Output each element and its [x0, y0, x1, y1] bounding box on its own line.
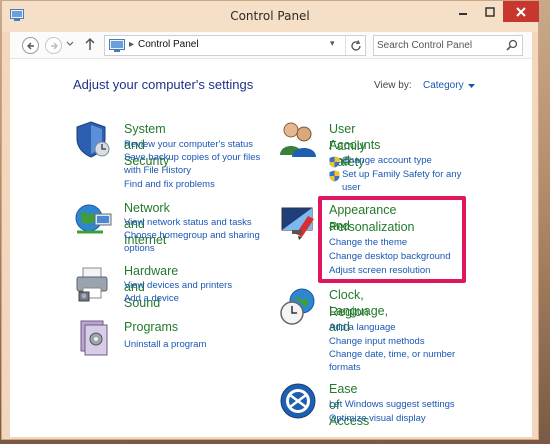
users-icon[interactable] — [278, 119, 318, 159]
maximize-button[interactable] — [476, 1, 503, 22]
optimize-visual-display-link[interactable]: Optimize visual display — [329, 412, 426, 426]
navigation-toolbar: ▸ Control Panel ▾ — [10, 32, 532, 59]
programs-icon[interactable] — [73, 317, 113, 357]
date-time-formats-link-line2[interactable]: formats — [329, 361, 361, 375]
arrow-left-icon — [26, 42, 34, 49]
content-pane: Adjust your computer's settings View by:… — [10, 59, 532, 437]
back-button[interactable] — [22, 37, 39, 54]
file-history-link-line2[interactable]: with File History — [124, 164, 191, 178]
view-by-label: View by: — [374, 80, 412, 91]
breadcrumb-control-panel[interactable]: Control Panel — [138, 39, 199, 50]
close-icon — [516, 6, 526, 17]
arrow-right-icon — [50, 42, 58, 49]
homegroup-link-line2[interactable]: options — [124, 242, 155, 256]
refresh-icon — [351, 39, 361, 51]
network-status-link[interactable]: View network status and tasks — [124, 216, 252, 230]
up-arrow-icon[interactable] — [84, 37, 96, 51]
devices-printers-link[interactable]: View devices and printers — [124, 279, 232, 293]
view-by-dropdown[interactable]: Category — [423, 80, 464, 91]
uninstall-program-link[interactable]: Uninstall a program — [124, 338, 206, 352]
windows-suggest-settings-link[interactable]: Let Windows suggest settings — [329, 398, 455, 412]
recent-locations-dropdown-icon[interactable] — [66, 41, 74, 47]
address-bar[interactable]: ▸ Control Panel ▾ — [104, 35, 366, 56]
minimize-button[interactable] — [449, 1, 476, 22]
input-methods-link[interactable]: Change input methods — [329, 335, 425, 349]
search-icon[interactable] — [506, 39, 518, 51]
shield-icon[interactable] — [73, 119, 113, 159]
file-history-link[interactable]: Save backup copies of your files — [124, 151, 260, 165]
clock-globe-icon[interactable] — [278, 287, 318, 327]
control-panel-window: Control Panel ▸ Control Panel ▾ Search C… — [1, 0, 539, 440]
close-button[interactable] — [503, 1, 539, 22]
clock-language-region-title-line2[interactable]: Region — [329, 304, 369, 320]
add-device-link[interactable]: Add a device — [124, 292, 179, 306]
add-language-link[interactable]: Add a language — [329, 321, 396, 335]
family-safety-link[interactable]: Set up Family Safety for any — [342, 168, 461, 182]
personalization-icon[interactable] — [278, 202, 318, 242]
find-fix-problems-link[interactable]: Find and fix problems — [124, 178, 215, 192]
ease-of-access-icon[interactable] — [278, 381, 318, 421]
printer-icon[interactable] — [73, 264, 113, 304]
forward-button[interactable] — [45, 37, 62, 54]
page-title: Adjust your computer's settings — [73, 77, 254, 92]
title-bar[interactable]: Control Panel — [2, 1, 539, 32]
minimize-icon — [458, 12, 467, 15]
highlight-box — [318, 196, 466, 283]
search-box[interactable] — [373, 35, 523, 56]
view-by-dropdown-arrow-icon[interactable] — [468, 84, 475, 89]
date-time-formats-link[interactable]: Change date, time, or number — [329, 348, 455, 362]
refresh-button[interactable] — [345, 36, 366, 55]
family-safety-link-line2[interactable]: user — [342, 181, 360, 195]
homegroup-link[interactable]: Choose homegroup and sharing — [124, 229, 260, 243]
uac-shield-icon — [329, 156, 340, 168]
review-status-link[interactable]: Review your computer's status — [124, 138, 253, 152]
search-input[interactable] — [377, 38, 502, 53]
address-dropdown-icon[interactable]: ▾ — [330, 39, 335, 49]
maximize-icon — [484, 6, 495, 17]
control-panel-icon — [109, 39, 125, 52]
uac-shield-icon — [329, 170, 340, 182]
change-account-type-link[interactable]: Change account type — [342, 154, 432, 168]
breadcrumb-chevron-icon[interactable]: ▸ — [129, 39, 134, 50]
globe-network-icon[interactable] — [73, 200, 113, 240]
programs-title[interactable]: Programs — [124, 319, 178, 335]
